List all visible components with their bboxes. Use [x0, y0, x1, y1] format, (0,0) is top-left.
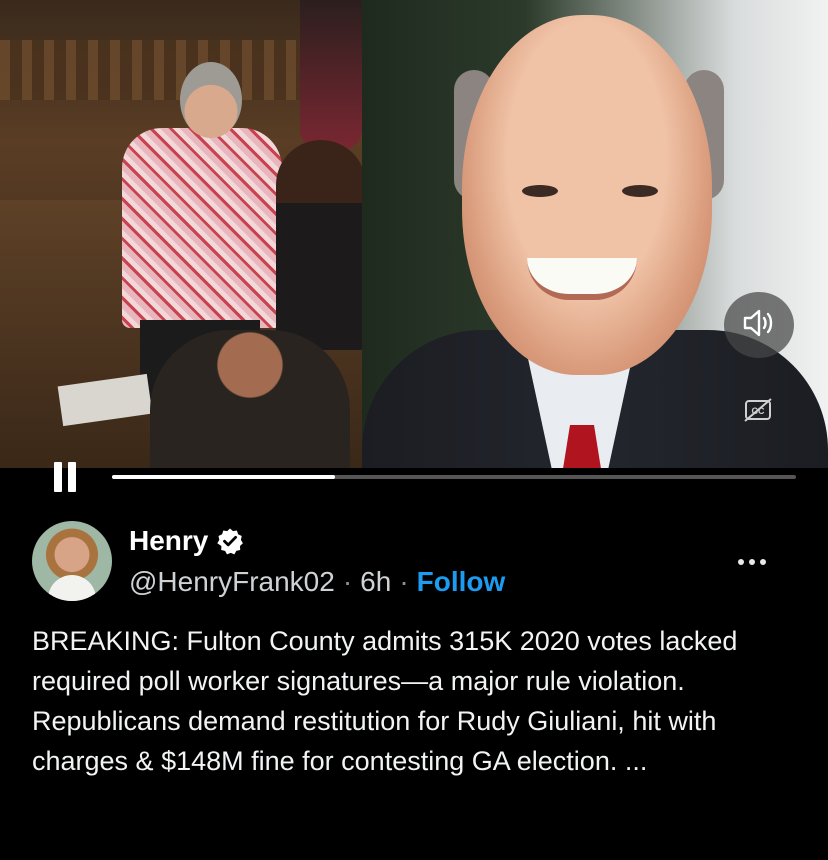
- author-meta-row: @HenryFrank02 · 6h · Follow: [129, 566, 505, 598]
- pause-icon: [54, 462, 62, 492]
- speaker-sound-icon: [742, 308, 776, 343]
- video-frame-left-meeting-scene: [0, 0, 362, 468]
- pause-icon: [68, 462, 76, 492]
- tweet-text: BREAKING: Fulton County admits 315K 2020…: [32, 626, 738, 776]
- captions-button[interactable]: CC: [740, 394, 776, 430]
- speaking-woman-head: [180, 62, 242, 138]
- foreground-man: [150, 330, 350, 468]
- smiling-man-face: [462, 15, 712, 375]
- pause-button[interactable]: [52, 462, 82, 494]
- meta-separator: ·: [342, 566, 353, 597]
- display-name[interactable]: Henry: [129, 525, 208, 557]
- video-progress-fill: [112, 475, 335, 479]
- verified-badge-icon: [216, 527, 244, 555]
- video-progress-bar[interactable]: [112, 475, 796, 479]
- eye: [622, 185, 658, 197]
- user-handle[interactable]: @HenryFrank02: [129, 566, 335, 598]
- video-player[interactable]: CC: [0, 0, 828, 468]
- more-options-button[interactable]: [734, 552, 770, 572]
- speaking-woman: [122, 128, 282, 328]
- author-name-row: Henry: [129, 525, 244, 557]
- volume-button[interactable]: [724, 292, 794, 358]
- closed-captions-icon: CC: [743, 397, 773, 428]
- background-person: [300, 0, 362, 150]
- seated-person: [276, 140, 362, 350]
- eye: [522, 185, 558, 197]
- more-options-icon: [738, 559, 766, 565]
- post-time[interactable]: 6h: [360, 566, 391, 598]
- follow-button[interactable]: Follow: [417, 566, 506, 598]
- wood-railing: [0, 40, 300, 100]
- avatar[interactable]: [32, 521, 112, 601]
- meta-separator: ·: [399, 566, 409, 597]
